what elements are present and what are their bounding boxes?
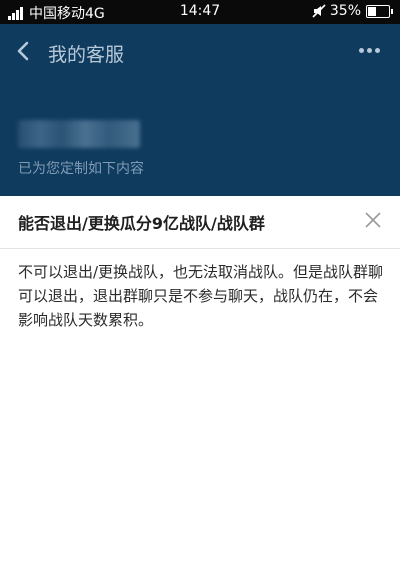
- battery-fill: [368, 6, 376, 16]
- divider: [0, 248, 400, 249]
- page-title: 我的客服: [48, 44, 125, 66]
- app-header: 我的客服 已为您定制如下内容: [0, 24, 400, 196]
- close-icon[interactable]: [363, 210, 383, 230]
- modal-body-text: 不可以退出/更换战队，也无法取消战队。但是战队群聊可以退出，退出群聊只是不参与聊…: [18, 263, 384, 329]
- modal-title: 能否退出/更换瓜分9亿战队/战队群: [18, 214, 265, 233]
- battery-icon: [366, 4, 393, 18]
- blurred-user-name: [18, 120, 140, 148]
- more-icon[interactable]: [356, 48, 380, 53]
- back-icon[interactable]: [14, 40, 32, 62]
- battery-label: 35%: [329, 3, 361, 19]
- status-bar: 中国移动4G 14:47 35%: [0, 0, 400, 24]
- faq-modal: 能否退出/更换瓜分9亿战队/战队群 不可以退出/更换战队，也无法取消战队。但是战…: [0, 196, 400, 583]
- status-right: 35%: [312, 3, 393, 19]
- mute-icon: [312, 4, 326, 18]
- battery-tip: [391, 8, 393, 14]
- tab-strip-fragment: [0, 182, 400, 196]
- header-subtitle: 已为您定制如下内容: [18, 161, 144, 177]
